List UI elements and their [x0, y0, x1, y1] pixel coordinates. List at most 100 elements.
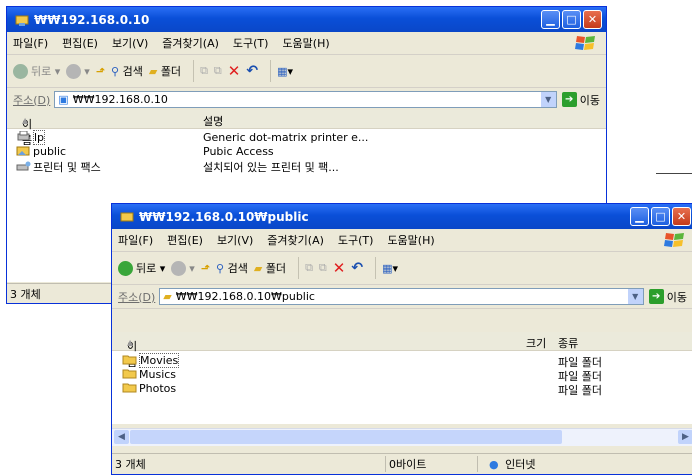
- minimize-button[interactable]: ▁: [541, 10, 560, 29]
- front-file-list: 이름 ▲ 크기 종류 Movies 파일 폴더 Musics 파일 폴더 Pho…: [112, 332, 692, 424]
- views-icon: ▦: [277, 64, 288, 78]
- back-menu-bar: 파일(F) 편집(E) 보기(V) 즐겨찾기(A) 도구(T) 도움말(H): [7, 32, 606, 55]
- forward-button[interactable]: ▾: [66, 63, 90, 79]
- go-button[interactable]: ➔ 이동: [648, 289, 687, 305]
- back-button[interactable]: 뒤로 ▾: [118, 260, 165, 276]
- item-description: Generic dot-matrix printer e...: [203, 131, 369, 144]
- menu-edit[interactable]: 편집(E): [167, 232, 203, 248]
- menu-file[interactable]: 파일(F): [13, 35, 48, 51]
- address-input[interactable]: ▰ ₩₩192.168.0.10₩public ▼: [159, 288, 644, 305]
- delete-icon: ✕: [332, 259, 346, 277]
- folder-icon: [120, 212, 134, 221]
- scroll-right-button[interactable]: ▶: [678, 430, 692, 444]
- maximize-button[interactable]: □: [562, 10, 581, 29]
- list-item[interactable]: Musics 파일 폴더: [112, 368, 692, 383]
- status-count: 3 개체: [10, 288, 41, 301]
- printer-icon: [17, 131, 30, 141]
- item-name: 프린터 및 팩스: [33, 161, 101, 174]
- menu-tools[interactable]: 도구(T): [338, 232, 374, 248]
- copy-to-button[interactable]: ⧉: [214, 64, 222, 78]
- delete-button[interactable]: ✕: [228, 62, 241, 80]
- menu-tools[interactable]: 도구(T): [233, 35, 269, 51]
- menu-edit[interactable]: 편집(E): [62, 35, 98, 51]
- folders-button[interactable]: ▰ 폴더: [149, 63, 181, 79]
- folder-icon: [122, 369, 137, 379]
- front-title-bar[interactable]: ₩₩192.168.0.10₩public ▁ □ ✕: [112, 204, 692, 229]
- up-folder-icon: ⬏: [95, 64, 106, 78]
- minimize-button[interactable]: ▁: [630, 207, 649, 226]
- views-button[interactable]: ▦ ▾: [382, 262, 398, 275]
- up-folder-icon: ⬏: [200, 261, 211, 275]
- back-title-bar[interactable]: ₩₩192.168.0.10 ▁ □ ✕: [7, 7, 606, 32]
- menu-help[interactable]: 도움말(H): [387, 232, 434, 248]
- toolbar-separator: [270, 60, 272, 82]
- list-item[interactable]: public Pubic Access: [7, 145, 606, 159]
- close-button[interactable]: ✕: [672, 207, 691, 226]
- go-button[interactable]: ➔ 이동: [561, 92, 600, 108]
- divider-line: [656, 173, 692, 174]
- back-icon: [13, 63, 28, 79]
- move-to-button[interactable]: ⧉: [305, 261, 313, 275]
- views-button[interactable]: ▦ ▾: [277, 65, 293, 78]
- network-folder-icon: [15, 15, 29, 26]
- menu-favorites[interactable]: 즐겨찾기(A): [267, 232, 324, 248]
- back-button[interactable]: 뒤로 ▾: [13, 63, 60, 79]
- column-type-header[interactable]: 종류: [558, 335, 578, 351]
- list-item[interactable]: Photos 파일 폴더: [112, 382, 692, 397]
- move-to-button[interactable]: ⧉: [200, 64, 208, 78]
- up-button[interactable]: ⬏: [201, 262, 210, 275]
- toolbar-separator: [298, 257, 300, 279]
- item-name: public: [33, 145, 67, 158]
- list-item[interactable]: Movies 파일 폴더: [112, 353, 692, 369]
- item-type: 파일 폴더: [558, 384, 602, 397]
- menu-help[interactable]: 도움말(H): [282, 35, 329, 51]
- status-zone: 인터넷: [505, 458, 536, 471]
- back-column-header: 이름 ▲ 설명: [7, 110, 606, 147]
- forward-icon: [171, 260, 187, 276]
- list-item[interactable]: 프린터 및 팩스 설치되어 있는 프린터 및 팩...: [7, 159, 606, 174]
- maximize-button[interactable]: □: [651, 207, 670, 226]
- address-input[interactable]: ▣ ₩₩192.168.0.10 ▼: [54, 91, 557, 108]
- address-value: ₩₩192.168.0.10: [72, 93, 168, 106]
- folders-button[interactable]: ▰ 폴더: [254, 260, 286, 276]
- globe-icon: ●: [489, 458, 499, 471]
- shared-folder-icon: [16, 146, 30, 156]
- menu-view[interactable]: 보기(V): [112, 35, 148, 51]
- folder-icon: [122, 383, 137, 393]
- list-item[interactable]: lp Generic dot-matrix printer e...: [7, 130, 606, 145]
- search-button[interactable]: ⚲ 검색: [111, 63, 143, 79]
- go-arrow-icon: ➔: [561, 92, 577, 107]
- back-icon: [118, 260, 133, 276]
- printer-fax-icon: [16, 161, 31, 171]
- undo-icon: ↶: [246, 63, 259, 79]
- forward-button[interactable]: ▾: [171, 260, 195, 276]
- search-button[interactable]: ⚲ 검색: [216, 260, 248, 276]
- back-address-bar: 주소(D) ▣ ₩₩192.168.0.10 ▼ ➔ 이동: [7, 88, 606, 112]
- up-button[interactable]: ⬏: [96, 65, 105, 78]
- horizontal-scrollbar[interactable]: ◀ ▶: [112, 428, 692, 446]
- undo-button[interactable]: ↶: [246, 63, 258, 79]
- status-size: 0바이트: [385, 456, 477, 472]
- column-size-header[interactable]: 크기: [526, 335, 546, 351]
- delete-icon: ✕: [227, 62, 241, 80]
- toolbar-separator: [193, 60, 195, 82]
- views-icon: ▦: [382, 261, 393, 275]
- column-description-header[interactable]: 설명: [203, 113, 223, 129]
- chevron-down-icon[interactable]: ▼: [540, 92, 556, 107]
- chevron-down-icon[interactable]: ▼: [627, 289, 643, 304]
- windows-logo-icon: [575, 36, 595, 50]
- folder-icon: ▰: [253, 261, 263, 275]
- toolbar-separator: [375, 257, 377, 279]
- menu-view[interactable]: 보기(V): [217, 232, 253, 248]
- front-menu-bar: 파일(F) 편집(E) 보기(V) 즐겨찾기(A) 도구(T) 도움말(H): [112, 229, 692, 252]
- scroll-thumb[interactable]: [130, 430, 562, 444]
- delete-button[interactable]: ✕: [333, 259, 346, 277]
- close-button[interactable]: ✕: [583, 10, 602, 29]
- front-toolbar: 뒤로 ▾ ▾ ⬏ ⚲ 검색 ▰ 폴더 ⧉ ⧉ ✕ ↶ ▦ ▾: [112, 252, 692, 285]
- scroll-left-button[interactable]: ◀: [114, 430, 129, 444]
- folder-icon: ▰: [163, 290, 172, 303]
- undo-button[interactable]: ↶: [351, 260, 363, 276]
- menu-file[interactable]: 파일(F): [118, 232, 153, 248]
- copy-to-button[interactable]: ⧉: [319, 261, 327, 275]
- menu-favorites[interactable]: 즐겨찾기(A): [162, 35, 219, 51]
